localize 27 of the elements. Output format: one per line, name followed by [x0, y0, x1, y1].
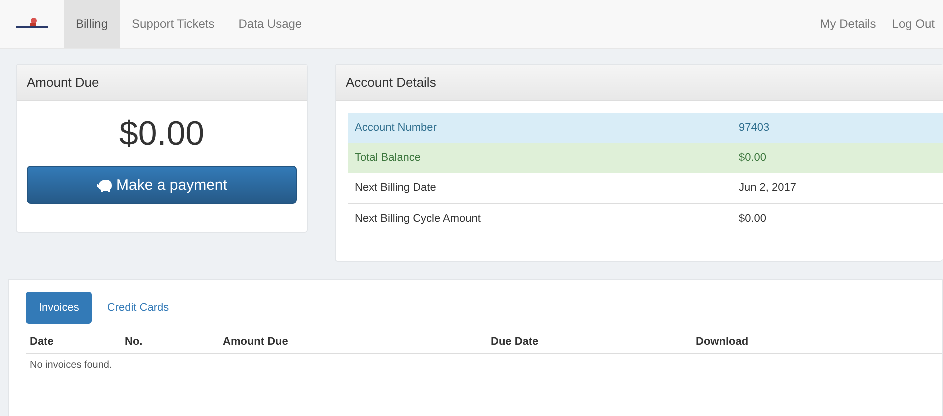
column-header: Due Date — [491, 336, 540, 348]
nav-link[interactable]: My Details — [812, 0, 884, 48]
detail-value: Jun 2, 2017 — [739, 182, 796, 194]
nav-link[interactable]: Log Out — [884, 0, 943, 48]
nav-tab[interactable]: Support Tickets — [120, 0, 227, 48]
nav-tab[interactable]: Data Usage — [226, 0, 314, 48]
column-header: Download — [696, 336, 750, 348]
detail-label: Next Billing Cycle Amount — [355, 213, 482, 225]
column-header: Amount Due — [223, 336, 290, 348]
detail-label: Total Balance — [355, 152, 422, 164]
detail-label: Account Number — [355, 122, 438, 134]
section-tab[interactable]: Credit Cards — [94, 292, 182, 324]
logo-drawing — [14, 17, 50, 31]
panel-title: Amount Due — [17, 65, 307, 101]
payment-button[interactable]: Make a payment — [27, 166, 297, 204]
column-header: Date — [30, 336, 55, 348]
column-header: No. — [125, 336, 144, 348]
detail-label: Next Billing Date — [355, 182, 438, 194]
detail-value: $0.00 — [739, 152, 767, 164]
amount-text: $0.00 — [118, 115, 206, 154]
detail-value: $0.00 — [739, 213, 767, 225]
empty-message: No invoices found. — [29, 359, 114, 371]
detail-value: 97403 — [739, 122, 770, 134]
panel-title: Account Details — [336, 65, 943, 101]
piggy-bank-icon — [96, 178, 113, 192]
nav-tab[interactable]: Billing — [64, 0, 120, 48]
section-tab[interactable]: Invoices — [26, 292, 92, 324]
